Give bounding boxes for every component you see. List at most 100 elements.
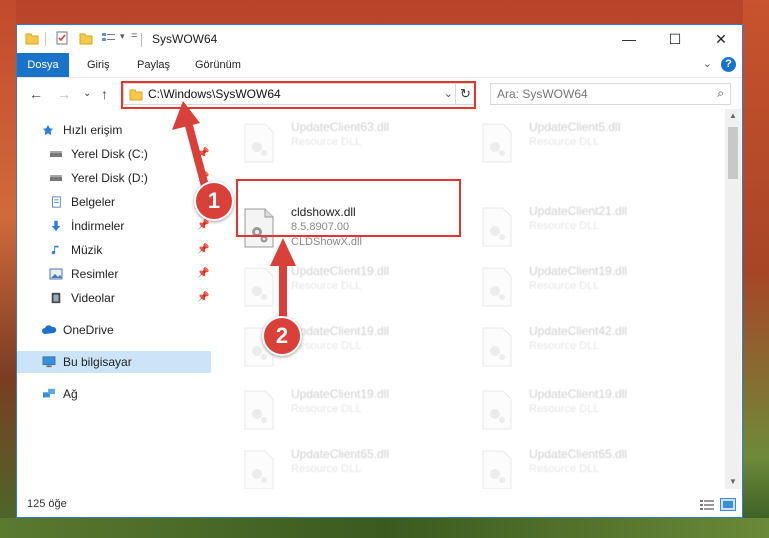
file-description: Resource DLL xyxy=(291,403,362,415)
scroll-thumb[interactable] xyxy=(728,127,738,179)
expand-ribbon-icon[interactable]: ⌄ xyxy=(703,57,712,70)
recent-locations-button[interactable]: ⌄ xyxy=(83,88,91,99)
scroll-down-icon[interactable]: ▼ xyxy=(725,475,741,489)
file-item[interactable]: UpdateClient21.dll Resource DLL xyxy=(473,201,703,253)
dll-file-icon xyxy=(244,267,274,307)
dll-file-icon xyxy=(482,390,512,430)
pin-icon[interactable]: 📌 xyxy=(197,215,209,237)
pin-icon[interactable]: 📌 xyxy=(197,167,209,189)
dll-file-icon xyxy=(482,207,512,247)
pin-icon[interactable]: 📌 xyxy=(197,287,209,309)
sidebar-item-onedrive[interactable]: OneDrive xyxy=(17,319,211,341)
file-name: UpdateClient19.dll xyxy=(291,324,390,338)
search-input[interactable] xyxy=(497,87,697,101)
pictures-icon xyxy=(49,268,63,280)
pin-icon[interactable]: 📌 xyxy=(197,239,209,261)
maximize-button[interactable]: ☐ xyxy=(652,25,698,53)
tab-view[interactable]: Görünüm xyxy=(195,53,241,77)
file-name: UpdateClient65.dll xyxy=(529,447,628,461)
pin-icon[interactable]: 📌 xyxy=(197,191,209,213)
dll-file-icon xyxy=(244,450,274,489)
video-icon xyxy=(51,292,61,304)
folder-icon xyxy=(25,33,39,45)
sidebar-item-music[interactable]: Müzik 📌 xyxy=(17,239,211,261)
file-item[interactable]: UpdateClient65.dll Resource DLL xyxy=(235,444,465,489)
help-icon[interactable]: ? xyxy=(721,57,736,72)
item-count: 125 öğe xyxy=(27,498,67,510)
file-description: Resource DLL xyxy=(291,280,362,292)
sidebar-item-label: OneDrive xyxy=(63,323,114,337)
sidebar-item-this-pc[interactable]: Bu bilgisayar xyxy=(17,351,211,373)
minimize-button[interactable]: — xyxy=(606,25,652,53)
drive-icon xyxy=(50,175,62,181)
qat-separator xyxy=(45,32,46,46)
dll-file-icon xyxy=(244,390,274,430)
file-description: Resource DLL xyxy=(529,220,600,232)
file-item[interactable]: UpdateClient42.dll Resource DLL xyxy=(473,321,703,373)
music-icon xyxy=(51,245,59,255)
file-item-cldshowx[interactable]: cldshowx.dll 8.5.8907.00 CLDShowX.dll xyxy=(235,202,465,254)
properties-icon[interactable] xyxy=(55,31,69,45)
window-title: SysWOW64 xyxy=(152,32,218,46)
sidebar-item-downloads[interactable]: İndirmeler 📌 xyxy=(17,215,211,237)
file-name: UpdateClient19.dll xyxy=(529,264,628,278)
file-description: Resource DLL xyxy=(529,136,600,148)
sidebar-item-label: Müzik xyxy=(71,243,103,257)
file-item[interactable]: UpdateClient19.dll Resource DLL xyxy=(235,261,465,313)
desktop-background-right xyxy=(743,0,769,538)
sidebar-item-label: Ağ xyxy=(63,387,78,401)
tab-share[interactable]: Paylaş xyxy=(137,53,170,77)
vertical-scrollbar[interactable]: ▲ ▼ xyxy=(725,109,741,489)
file-name: UpdateClient5.dll xyxy=(529,120,621,134)
desktop-background-left xyxy=(0,0,16,538)
dll-file-icon xyxy=(482,450,512,489)
sidebar-item-label: Belgeler xyxy=(71,195,116,209)
file-item[interactable]: UpdateClient19.dll Resource DLL xyxy=(235,384,465,436)
details-view-icon[interactable] xyxy=(699,498,715,511)
sidebar-item-drive-c[interactable]: Yerel Disk (C:) 📌 xyxy=(17,143,211,165)
sidebar-item-videos[interactable]: Videolar 📌 xyxy=(17,287,211,309)
sidebar-item-pictures[interactable]: Resimler 📌 xyxy=(17,263,211,285)
sidebar-item-quick-access[interactable]: Hızlı erişim xyxy=(17,119,211,141)
close-button[interactable]: ✕ xyxy=(698,25,744,53)
back-button[interactable]: ← xyxy=(29,86,43,102)
sidebar-item-documents[interactable]: Belgeler 📌 xyxy=(17,191,211,213)
large-icons-view-icon[interactable] xyxy=(720,498,736,511)
file-description: Resource DLL xyxy=(529,403,600,415)
file-item[interactable]: UpdateClient19.dll Resource DLL xyxy=(473,384,703,436)
file-version: 8.5.8907.00 xyxy=(291,221,350,233)
dll-file-icon xyxy=(482,267,512,307)
title-separator xyxy=(141,33,142,47)
sidebar-item-drive-d[interactable]: Yerel Disk (D:) 📌 xyxy=(17,167,211,189)
file-item[interactable]: UpdateClient63.dll Resource DLL xyxy=(235,117,465,169)
navigation-pane: Hızlı erişim Yerel Disk (C:) 📌 Yerel Dis… xyxy=(17,109,211,489)
computer-icon xyxy=(42,356,56,368)
up-button[interactable]: ↑ xyxy=(101,86,108,102)
folder-icon xyxy=(129,89,143,101)
file-description: Resource DLL xyxy=(529,280,600,292)
new-folder-icon[interactable] xyxy=(79,31,93,45)
address-bar[interactable]: C:\Windows\SysWOW64 ⌄ xyxy=(123,83,476,105)
view-details-icon[interactable] xyxy=(101,31,117,45)
qat-dropdown-icon[interactable]: ▾ xyxy=(120,31,125,42)
file-item[interactable]: UpdateClient19.dll Resource DLL xyxy=(473,261,703,313)
pin-icon[interactable]: 📌 xyxy=(197,263,209,285)
pin-icon[interactable]: 📌 xyxy=(197,143,209,165)
refresh-button[interactable]: ↻ xyxy=(455,83,476,105)
file-name: UpdateClient19.dll xyxy=(291,387,390,401)
customize-qat-icon[interactable]: = xyxy=(131,30,137,42)
search-icon[interactable]: ⌕ xyxy=(717,86,724,101)
sidebar-item-network[interactable]: Ağ xyxy=(17,383,211,405)
scroll-up-icon[interactable]: ▲ xyxy=(725,109,741,123)
tab-file[interactable]: Dosya xyxy=(17,53,69,77)
file-item[interactable]: UpdateClient19.dll Resource DLL xyxy=(235,321,465,373)
file-item[interactable]: UpdateClient5.dll Resource DLL xyxy=(473,117,703,169)
search-box[interactable]: ⌕ xyxy=(490,83,731,105)
forward-button[interactable]: → xyxy=(57,86,71,102)
file-item[interactable]: UpdateClient65.dll Resource DLL xyxy=(473,444,703,489)
network-icon xyxy=(43,388,55,398)
address-dropdown-icon[interactable]: ⌄ xyxy=(444,87,453,100)
file-name: UpdateClient65.dll xyxy=(291,447,390,461)
dll-file-icon xyxy=(482,327,512,367)
tab-home[interactable]: Giriş xyxy=(87,53,110,77)
